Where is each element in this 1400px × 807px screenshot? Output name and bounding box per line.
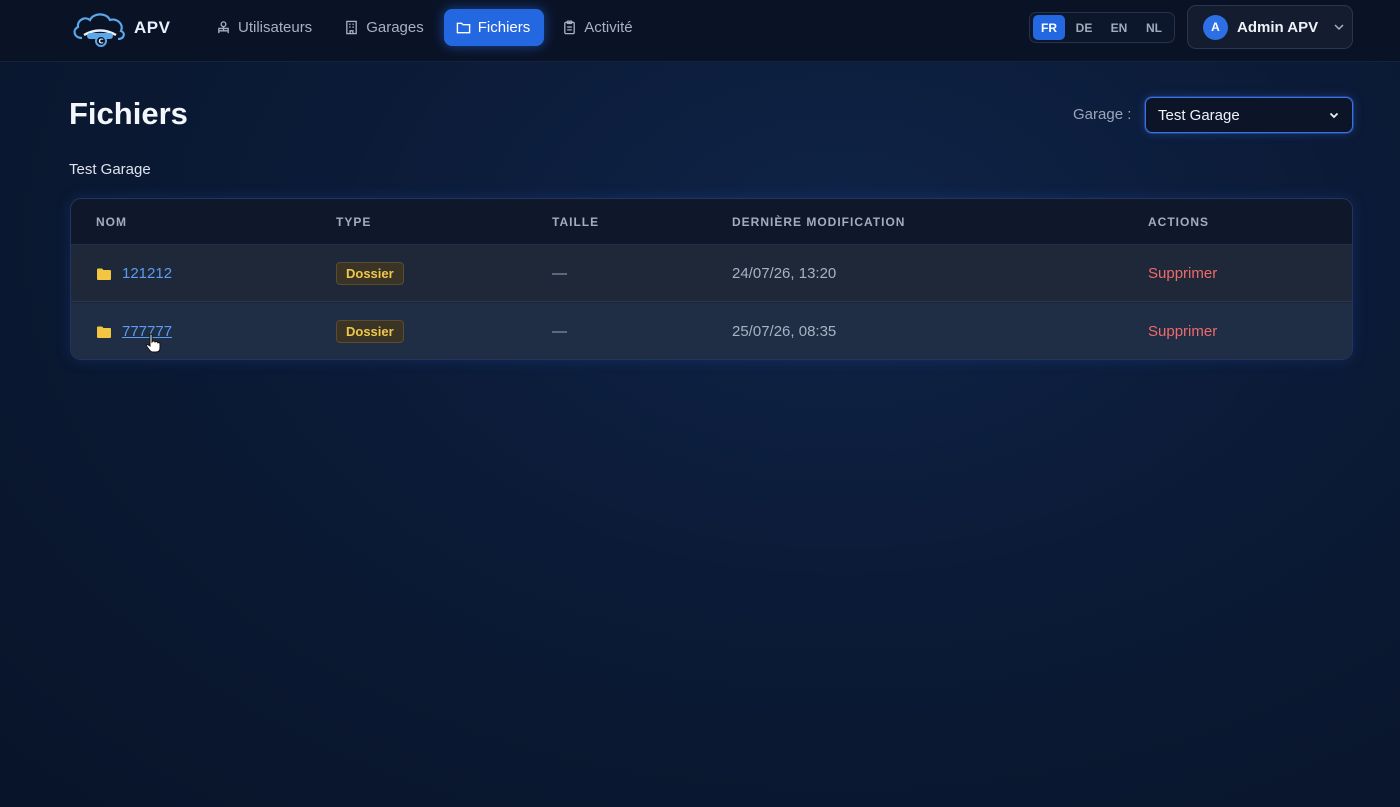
column-header-taille: TAILLE (552, 215, 600, 229)
size-value: — (552, 323, 567, 340)
type-badge: Dossier (336, 320, 404, 343)
user-name: Admin APV (1237, 18, 1319, 36)
size-cell: — (552, 303, 567, 359)
nav-label: Activité (584, 19, 633, 36)
type-cell: Dossier (336, 245, 404, 302)
nav-item-garages[interactable]: Garages (332, 9, 438, 46)
garage-filter-label: Garage : (1073, 106, 1132, 123)
modified-cell: 24/07/26, 13:20 (732, 245, 836, 302)
clipboard-icon (564, 20, 576, 35)
user-menu-button[interactable]: A Admin APV (1187, 5, 1353, 49)
page-title: Fichiers (69, 96, 188, 131)
column-header-actions: ACTIONS (1148, 215, 1209, 229)
modified-date: 24/07/26, 13:20 (732, 265, 837, 282)
modified-cell: 25/07/26, 08:35 (732, 303, 837, 359)
table-header: NOM TYPE TAILLE DERNIÈRE MODIFICATION AC… (71, 199, 1352, 245)
delete-button[interactable]: Supprimer (1148, 323, 1217, 340)
column-header-modification: DERNIÈRE MODIFICATION (732, 215, 906, 229)
folder-icon (97, 326, 111, 338)
chevron-down-icon (1329, 112, 1339, 119)
cloud-car-logo-icon: C (73, 13, 125, 47)
table-row: 121212 Dossier — 24/07/26, 13:20 Supprim… (71, 245, 1352, 302)
main-nav: Utilisateurs Garages Fichiers Activité (204, 9, 647, 46)
nav-item-utilisateurs[interactable]: Utilisateurs (204, 9, 326, 46)
app-logo[interactable]: C APV (70, 8, 180, 48)
top-navbar: C APV Utilisateurs Garages Fichiers Acti… (0, 0, 1400, 62)
building-icon (346, 20, 358, 35)
name-cell: 121212 (97, 245, 172, 302)
type-cell: Dossier (336, 303, 404, 359)
size-value: — (552, 265, 567, 282)
folder-icon (456, 22, 471, 34)
folder-icon (97, 268, 111, 280)
folder-link[interactable]: 121212 (122, 265, 172, 282)
chevron-down-icon (1334, 24, 1344, 31)
current-garage-name: Test Garage (69, 161, 151, 178)
garage-select[interactable]: Test Garage (1145, 97, 1353, 133)
logo-text: APV (134, 18, 171, 37)
nav-label: Fichiers (477, 19, 531, 36)
svg-text:C: C (99, 38, 104, 46)
files-table: NOM TYPE TAILLE DERNIÈRE MODIFICATION AC… (70, 198, 1353, 360)
lang-fr-button[interactable]: FR (1033, 15, 1065, 40)
language-switcher: FR DE EN NL (1029, 12, 1175, 43)
size-cell: — (552, 245, 567, 302)
actions-cell: Supprimer (1148, 303, 1217, 359)
actions-cell: Supprimer (1148, 245, 1217, 302)
type-badge: Dossier (336, 262, 404, 285)
delete-button[interactable]: Supprimer (1148, 265, 1217, 282)
modified-date: 25/07/26, 08:35 (732, 323, 837, 340)
hand-cursor-icon (145, 333, 161, 353)
nav-item-activite[interactable]: Activité (550, 9, 646, 46)
users-icon (218, 21, 229, 34)
column-header-nom: NOM (96, 215, 127, 229)
nav-label: Utilisateurs (238, 19, 313, 36)
table-row: 777777 Dossier — 25/07/26, 08:35 Supprim… (71, 303, 1352, 359)
nav-label: Garages (366, 19, 424, 36)
avatar: A (1203, 14, 1228, 40)
garage-select-value: Test Garage (1158, 106, 1240, 124)
lang-en-button[interactable]: EN (1103, 15, 1135, 40)
nav-item-fichiers[interactable]: Fichiers (443, 9, 545, 46)
column-header-type: TYPE (336, 215, 372, 229)
lang-de-button[interactable]: DE (1068, 15, 1100, 40)
lang-nl-button[interactable]: NL (1138, 15, 1170, 40)
